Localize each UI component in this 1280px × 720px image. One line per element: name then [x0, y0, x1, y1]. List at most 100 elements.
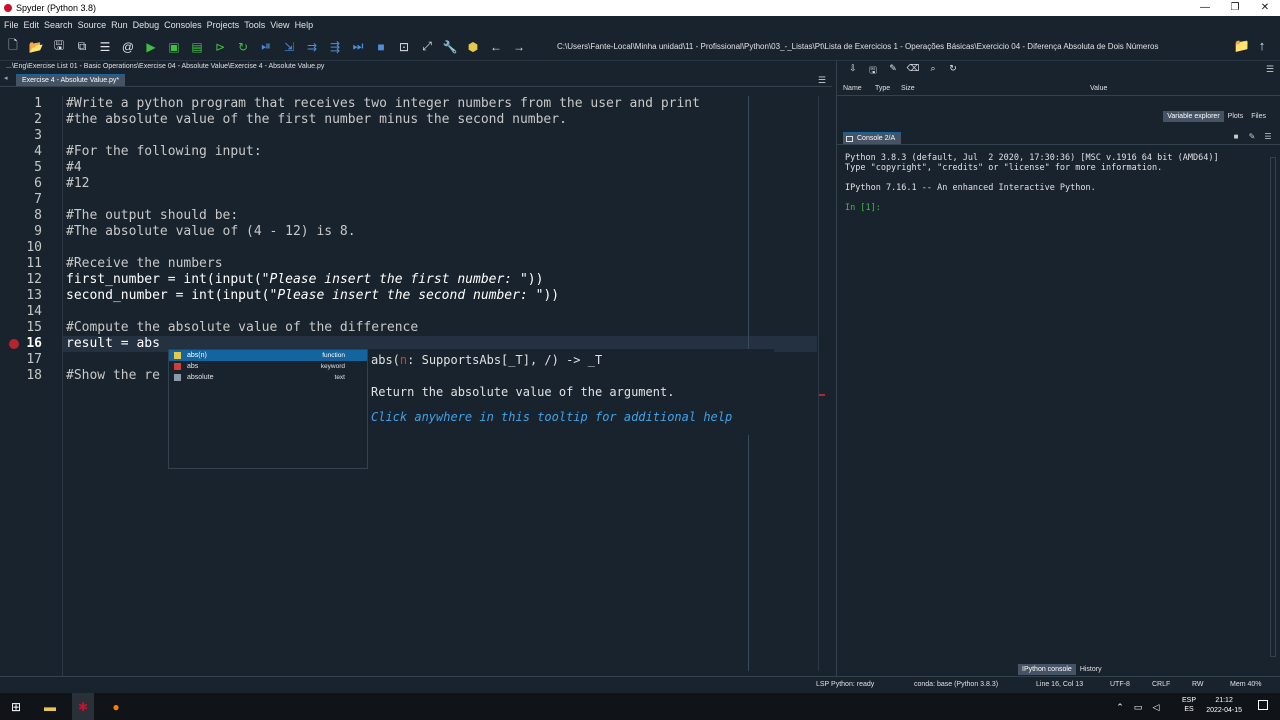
open-file-icon[interactable]: 📂 [27, 38, 45, 56]
step-into-icon[interactable]: ⇉ [303, 38, 321, 56]
maximize-pane-icon[interactable]: ⊡ [395, 38, 413, 56]
search-icon[interactable]: ⌕ [923, 63, 943, 77]
signature-part: abs( [371, 353, 400, 367]
save-all-icon[interactable]: ⧉ [73, 38, 91, 56]
browse-folder-icon[interactable]: 📁 [1232, 38, 1252, 54]
menu-projects[interactable]: Projects [207, 20, 240, 30]
stop-icon[interactable]: ■ [372, 38, 390, 56]
menu-edit[interactable]: Edit [24, 20, 40, 30]
save-icon[interactable]: 🖫 [50, 38, 68, 56]
text-icon [174, 374, 181, 381]
back-icon[interactable]: ← [487, 38, 505, 56]
signature-tooltip[interactable]: abs(n: SupportsAbs[_T], /) -> _T Return … [368, 349, 774, 435]
code-line: #Receive the numbers [66, 256, 223, 271]
notification-icon[interactable] [1258, 700, 1268, 710]
column-value[interactable]: Value [1090, 85, 1107, 92]
save-data-icon[interactable]: 🖫 [863, 63, 883, 77]
at-icon[interactable]: @ [119, 38, 137, 56]
tab-files[interactable]: Files [1247, 111, 1270, 122]
line-number: 2 [34, 112, 42, 127]
file-permissions: RW [1192, 681, 1204, 688]
working-directory-path[interactable]: C:\Users\Fante-Local\Minha unidad\11 - P… [557, 39, 1227, 55]
forward-icon[interactable]: → [510, 38, 528, 56]
menu-bar: File Edit Search Source Run Debug Consol… [0, 16, 1280, 33]
os-taskbar: ⊞ ▬ ✱ ● ⌃ ▭ ◁ ESP ES 21:12 2022-04-15 [0, 693, 1280, 720]
debug-icon[interactable]: ⏯ [257, 38, 275, 56]
new-file-icon[interactable]: 🗋 [4, 38, 22, 56]
tab-list-icon[interactable]: ◂ [4, 74, 8, 82]
tab-exercise-4[interactable]: Exercise 4 - Absolute Value.py* [16, 74, 126, 86]
python-path-icon[interactable]: ⬢ [464, 38, 482, 56]
file-explorer-icon[interactable]: ▬ [42, 699, 58, 715]
tab-variable-explorer[interactable]: Variable explorer [1163, 111, 1224, 122]
save-as-icon[interactable]: ✎ [883, 63, 903, 77]
console-scrollbar[interactable] [1270, 157, 1276, 657]
refresh-icon[interactable]: ↻ [943, 63, 963, 77]
line-number-gutter: 1 2 3 4 5 6 7 8 9 10 11 12 13 14 15 16 1… [0, 96, 60, 676]
editor-scrollbar[interactable] [818, 96, 830, 671]
column-name[interactable]: Name [843, 85, 862, 92]
run-icon[interactable]: ▶ [142, 38, 160, 56]
menu-help[interactable]: Help [295, 20, 314, 30]
menu-consoles[interactable]: Consoles [164, 20, 202, 30]
edit-icon[interactable]: ✎ [1244, 132, 1260, 141]
import-data-icon[interactable]: ⇩ [843, 63, 863, 77]
console-prompt[interactable]: In [1]: [845, 203, 881, 213]
preferences-icon[interactable]: 🔧 [441, 38, 459, 56]
step-return-icon[interactable]: ⇶ [326, 38, 344, 56]
completion-list: abs(n) function abs keyword absolute tex… [168, 349, 368, 469]
system-clock[interactable]: 21:12 2022-04-15 [1206, 696, 1242, 716]
close-button[interactable]: ✕ [1250, 0, 1280, 16]
code-line: second_number = int(input("Please insert… [66, 288, 559, 304]
menu-run[interactable]: Run [111, 20, 128, 30]
run-cell-advance-icon[interactable]: ▤ [188, 38, 206, 56]
fullscreen-icon[interactable]: ⤢ [418, 38, 436, 56]
minimize-button[interactable]: — [1190, 0, 1220, 16]
tab-console[interactable]: Console 2/A [843, 132, 902, 144]
tab-ipython-console[interactable]: IPython console [1018, 664, 1076, 675]
step-icon[interactable]: ⇲ [280, 38, 298, 56]
parent-directory-icon[interactable]: ↑ [1252, 38, 1272, 54]
column-size[interactable]: Size [901, 85, 915, 92]
clock-time: 21:12 [1215, 697, 1233, 704]
completion-kind: text [334, 374, 345, 381]
completion-item[interactable]: abs keyword [169, 361, 367, 372]
network-icon[interactable]: ▭ [1130, 699, 1146, 715]
code-token: )) [543, 288, 560, 303]
code-line: #Write a python program that receives tw… [66, 96, 700, 111]
tab-plots[interactable]: Plots [1224, 111, 1248, 122]
completion-item[interactable]: absolute text [169, 372, 367, 383]
conda-env-status[interactable]: conda: base (Python 3.8.3) [914, 681, 998, 688]
list-icon[interactable]: ☰ [96, 38, 114, 56]
volume-icon[interactable]: ◁ [1148, 699, 1164, 715]
window-controls: — ❐ ✕ [1190, 0, 1280, 16]
menu-file[interactable]: File [4, 20, 19, 30]
menu-debug[interactable]: Debug [133, 20, 160, 30]
completion-item[interactable]: abs(n) function [169, 350, 367, 361]
window-title: Spyder (Python 3.8) [16, 3, 97, 13]
windows-start-icon[interactable]: ⊞ [8, 699, 24, 715]
spyder-taskbar-icon[interactable]: ✱ [75, 699, 91, 715]
variable-explorer-options-icon[interactable]: ☰ [1266, 64, 1274, 75]
code-string: "Please insert the second number: " [269, 288, 544, 303]
tray-chevron-icon[interactable]: ⌃ [1112, 699, 1128, 715]
menu-view[interactable]: View [270, 20, 289, 30]
menu-search[interactable]: Search [44, 20, 73, 30]
run-cell-icon[interactable]: ▣ [165, 38, 183, 56]
continue-icon[interactable]: ⏭ [349, 38, 367, 56]
editor-options-icon[interactable]: ☰ [818, 75, 826, 86]
line-number: 8 [34, 208, 42, 223]
console-options-icon[interactable]: ☰ [1260, 132, 1276, 141]
run-selection-icon[interactable]: ⊳ [211, 38, 229, 56]
column-type[interactable]: Type [875, 85, 890, 92]
stop-kernel-icon[interactable]: ■ [1228, 132, 1244, 141]
firefox-icon[interactable]: ● [108, 699, 124, 715]
tooltip-help-link[interactable]: Click anywhere in this tooltip for addit… [371, 410, 732, 424]
menu-source[interactable]: Source [78, 20, 107, 30]
language-indicator[interactable]: ESP ES [1182, 696, 1196, 714]
tab-history[interactable]: History [1076, 664, 1106, 675]
menu-tools[interactable]: Tools [244, 20, 265, 30]
rerun-icon[interactable]: ↻ [234, 38, 252, 56]
maximize-button[interactable]: ❐ [1220, 0, 1250, 16]
clear-icon[interactable]: ⌫ [903, 63, 923, 77]
